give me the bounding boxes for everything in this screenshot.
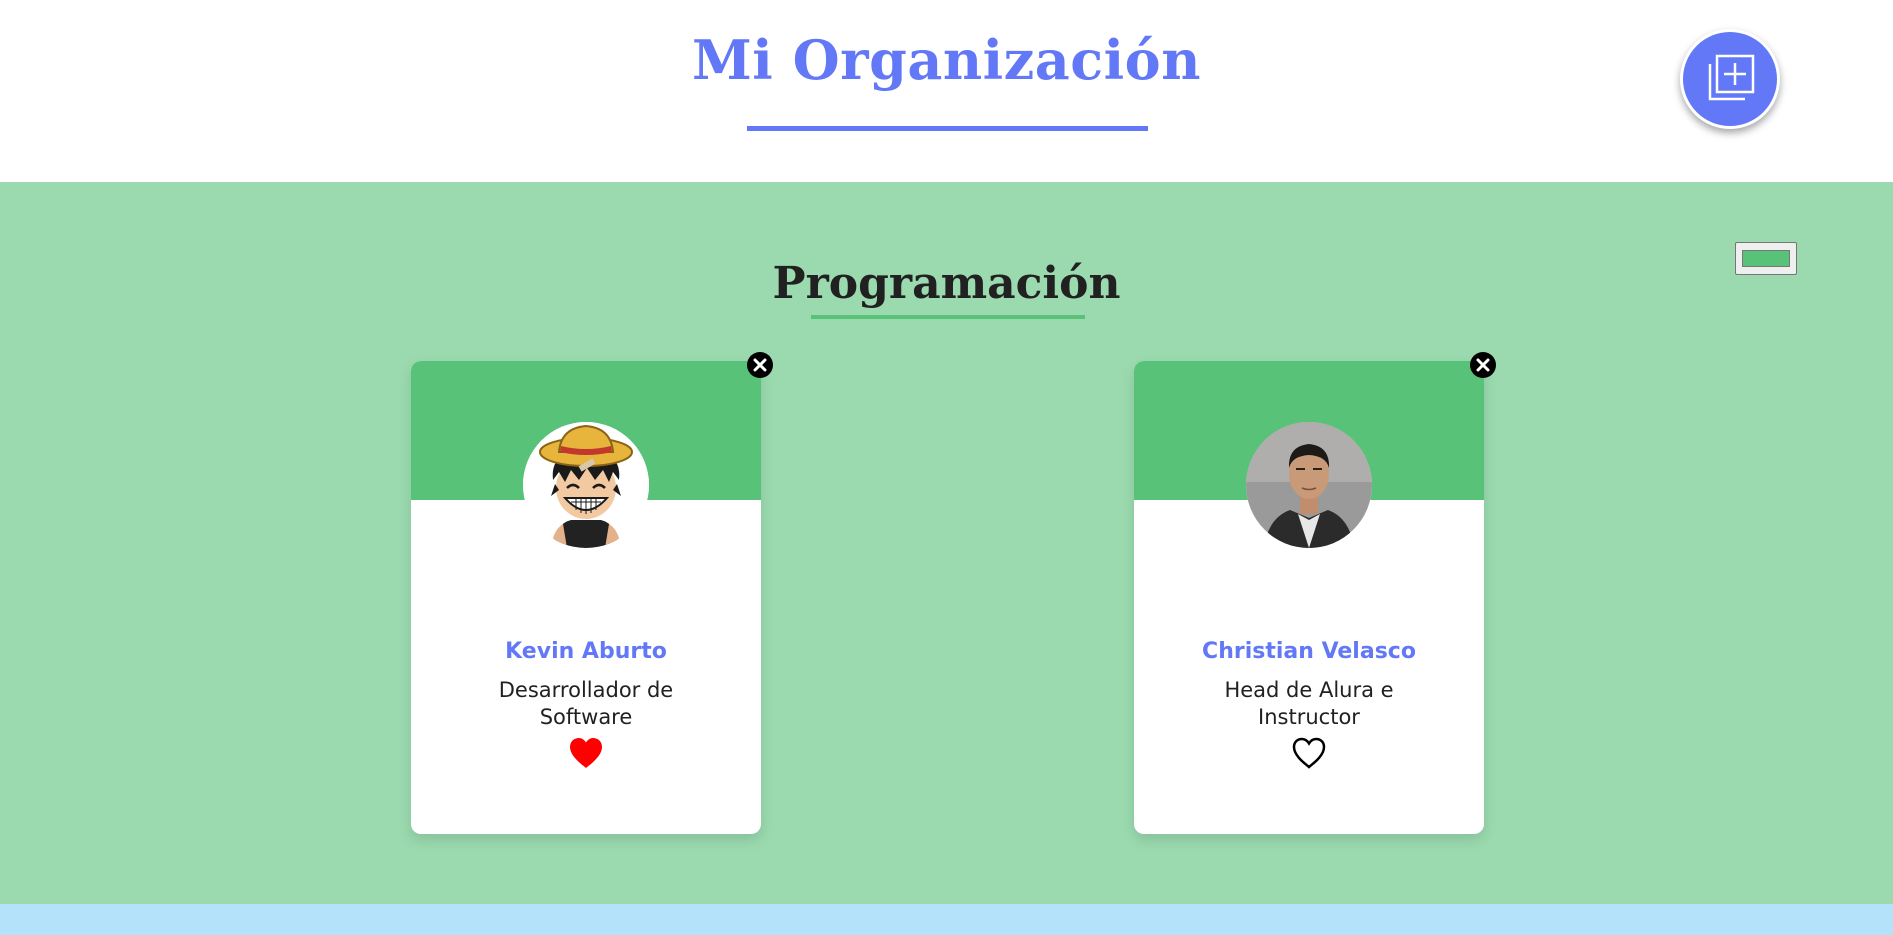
team-title: Programación (772, 258, 1121, 309)
page-title: Mi Organización (692, 28, 1201, 92)
close-circle-icon (747, 352, 773, 378)
avatar (1246, 422, 1372, 548)
delete-collaborator-button[interactable] (1469, 351, 1497, 379)
add-to-queue-icon (1708, 54, 1755, 101)
favorite-toggle[interactable] (1291, 736, 1327, 770)
collaborator-card: Kevin Aburto Desarrollador de Software (411, 352, 773, 834)
cartoon-avatar-image (523, 422, 649, 548)
collaborator-role: Head de Alura e Instructor (1224, 678, 1394, 729)
team-section-programacion: Programación Kevin Aburto Desarrollador … (0, 182, 1893, 904)
heart-filled-icon (570, 738, 602, 768)
collaborator-name: Christian Velasco (1202, 639, 1416, 664)
close-circle-icon (1470, 352, 1496, 378)
collaborator-name: Kevin Aburto (505, 639, 667, 664)
add-collaborator-button[interactable] (1680, 29, 1780, 129)
photo-avatar-image (1246, 422, 1372, 548)
title-underline (747, 126, 1148, 131)
heart-outline-icon (1292, 737, 1326, 769)
favorite-toggle[interactable] (568, 736, 604, 770)
next-team-section (0, 904, 1893, 935)
delete-collaborator-button[interactable] (746, 351, 774, 379)
collaborator-card: Christian Velasco Head de Alura e Instru… (1134, 352, 1496, 834)
avatar (523, 422, 649, 548)
team-title-underline (811, 315, 1085, 319)
page-header: Mi Organización (0, 0, 1893, 182)
collaborator-role: Desarrollador de Software (498, 678, 674, 729)
